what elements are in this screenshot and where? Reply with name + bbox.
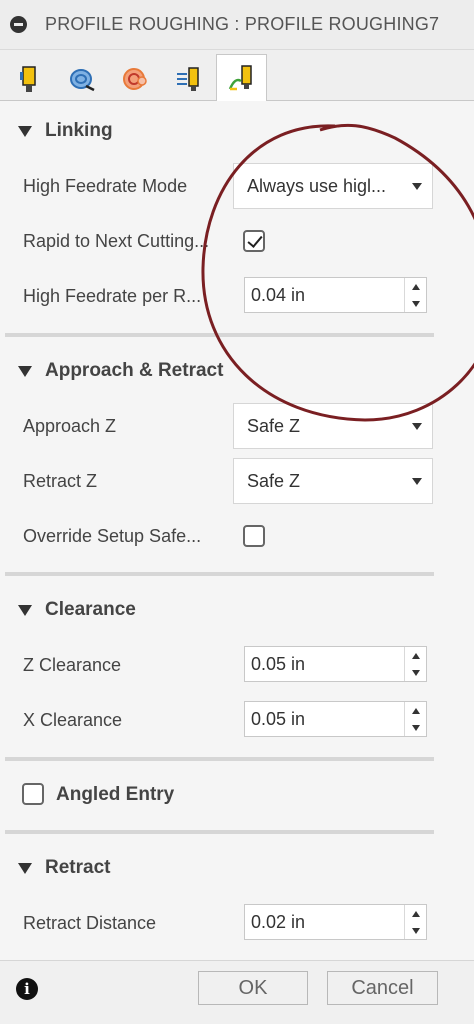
dropdown-arrow-icon [412,422,422,430]
select-value: Always use higl... [247,175,387,196]
section-retract-header[interactable]: Retract [18,857,110,879]
tab-heights[interactable] [110,56,161,101]
tab-passes[interactable] [163,56,214,101]
collapse-triangle-icon [18,604,32,616]
approach-z-label: Approach Z [23,416,117,436]
rapid-to-next-checkbox[interactable] [243,230,265,252]
spin-down-icon[interactable] [411,927,420,934]
field-value: 0.05 in [251,708,306,729]
section-divider [5,333,434,337]
tool-icon [19,65,36,92]
cancel-button[interactable]: Cancel [327,971,438,1005]
spin-down-icon[interactable] [411,300,420,307]
section-divider [5,830,434,834]
retract-distance-label: Retract Distance [23,913,157,933]
collapse-icon[interactable] [10,16,27,33]
angled-entry-checkbox[interactable] [22,783,44,805]
spinner-buttons[interactable] [404,647,426,681]
override-setup-checkbox[interactable] [243,525,265,547]
x-clearance-field[interactable]: 0.05 in [244,701,427,737]
high-feedrate-mode-label: High Feedrate Mode [23,176,188,196]
field-value: 0.05 in [251,653,306,674]
info-icon[interactable]: i [16,978,38,1000]
high-feedrate-per-field[interactable]: 0.04 in [244,277,427,313]
spinner-buttons[interactable] [404,702,426,736]
collapse-triangle-icon [18,862,32,874]
tab-geometry[interactable] [57,56,108,101]
spin-up-icon[interactable] [411,910,420,917]
section-title: Clearance [45,599,136,620]
parameters-panel: Linking High Feedrate Mode Always use hi… [0,101,474,960]
heights-icon [122,67,147,90]
z-clearance-field[interactable]: 0.05 in [244,646,427,682]
ok-button[interactable]: OK [198,971,308,1005]
spin-down-icon[interactable] [411,724,420,731]
select-value: Safe Z [247,415,301,436]
spinner-buttons[interactable] [404,278,426,312]
retract-distance-field[interactable]: 0.02 in [244,904,427,940]
x-clearance-label: X Clearance [23,710,123,730]
z-clearance-label: Z Clearance [23,655,122,675]
passes-icon [176,66,199,91]
linking-icon [228,65,252,91]
field-value: 0.04 in [251,284,306,305]
retract-z-select[interactable]: Safe Z [233,458,433,504]
geometry-icon [69,68,95,91]
collapse-triangle-icon [18,125,32,137]
section-title: Retract [45,857,111,878]
retract-z-label: Retract Z [23,471,98,491]
field-value: 0.02 in [251,911,306,932]
dropdown-arrow-icon [412,477,422,485]
section-divider [5,572,434,576]
spinner-buttons[interactable] [404,905,426,939]
section-divider [5,757,434,761]
override-setup-label: Override Setup Safe... [23,526,202,546]
section-title: Linking [45,120,113,141]
tab-tool[interactable] [4,56,55,101]
collapse-triangle-icon [18,365,32,377]
section-linking-header[interactable]: Linking [18,120,113,142]
spin-up-icon[interactable] [411,652,420,659]
tab-bar [0,50,474,102]
dropdown-arrow-icon [412,182,422,190]
select-value: Safe Z [247,470,301,491]
angled-entry-label[interactable]: Angled Entry [56,784,174,806]
rapid-to-next-label: Rapid to Next Cutting... [23,231,210,251]
dialog-footer: i OK Cancel [0,960,474,1024]
dialog-title-bar: PROFILE ROUGHING : PROFILE ROUGHING7 [0,0,474,50]
section-clearance-header[interactable]: Clearance [18,599,136,621]
section-approach-retract-header[interactable]: Approach & Retract [18,360,223,382]
spin-up-icon[interactable] [411,707,420,714]
approach-z-select[interactable]: Safe Z [233,403,433,449]
high-feedrate-mode-select[interactable]: Always use higl... [233,163,433,209]
spin-up-icon[interactable] [411,283,420,290]
dialog-title: PROFILE ROUGHING : PROFILE ROUGHING7 [45,14,440,34]
high-feedrate-per-label: High Feedrate per R... [23,286,202,306]
spin-down-icon[interactable] [411,669,420,676]
section-title: Approach & Retract [45,360,224,381]
tab-linking[interactable] [216,54,267,102]
